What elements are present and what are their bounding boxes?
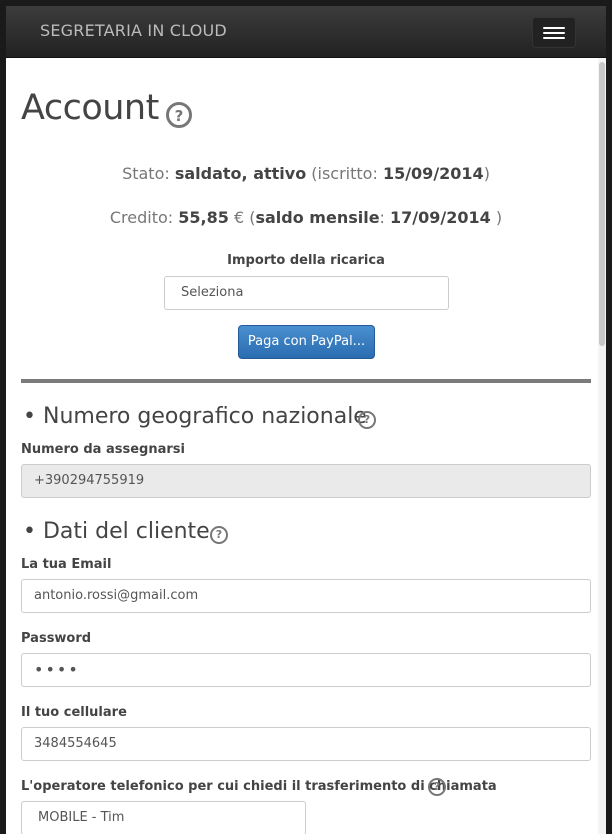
numero-label: Numero da assegnarsi <box>21 442 185 457</box>
cellulare-field[interactable]: 3484554645 <box>21 727 591 761</box>
hamburger-menu-icon-bar <box>543 37 565 39</box>
top-navbar: SEGRETARIA IN CLOUD <box>6 6 606 58</box>
email-label: La tua Email <box>21 557 112 572</box>
ricarica-select[interactable]: Seleziona <box>164 276 449 310</box>
question-circle-icon[interactable]: ? <box>210 526 228 544</box>
brand-name[interactable]: SEGRETARIA IN CLOUD <box>40 21 227 40</box>
iscritto-date: 15/09/2014 <box>382 164 484 183</box>
credito-label: Credito: <box>109 208 179 227</box>
question-circle-icon[interactable]: ? <box>166 102 192 128</box>
hamburger-menu-icon <box>543 27 565 29</box>
section-divider <box>21 379 591 383</box>
password-field[interactable]: •••• <box>21 653 591 687</box>
credito-value: 55,85 <box>178 208 229 227</box>
saldo-close: ) <box>490 208 503 227</box>
bullet: • <box>23 404 36 429</box>
operatore-label: L'operatore telefonico per cui chiedi il… <box>21 779 497 794</box>
operatore-select[interactable]: MOBILE - Tim <box>21 801 306 834</box>
iscritto-label: (iscritto: <box>306 164 383 183</box>
saldo-label: saldo mensile <box>255 208 380 227</box>
password-label: Password <box>21 631 92 646</box>
geo-section-title: • Numero geografico nazionale <box>23 404 367 429</box>
page-title: Account <box>21 88 159 128</box>
stato-label: Stato: <box>122 164 175 183</box>
hamburger-menu-icon-bar <box>543 32 565 34</box>
stato-value: saldato, attivo <box>174 164 307 183</box>
saldo-date: 17/09/2014 <box>390 208 491 227</box>
vertical-scrollbar[interactable] <box>598 58 606 834</box>
cliente-section-title: • Dati del cliente <box>23 519 210 544</box>
currency-symbol: € ( <box>228 208 256 227</box>
cliente-title-text: Dati del cliente <box>42 519 210 544</box>
account-credit: Credito: 55,85 € (saldo mensile: 17/09/2… <box>6 208 606 227</box>
numero-field: +390294755919 <box>21 464 591 498</box>
bullet: • <box>23 519 36 544</box>
main-content: Account ? Stato: saldato, attivo (iscrit… <box>6 58 598 834</box>
question-circle-icon[interactable]: ? <box>428 778 446 796</box>
email-field[interactable]: antonio.rossi@gmail.com <box>21 579 591 613</box>
iscritto-close: ) <box>483 164 490 183</box>
ricarica-label: Importo della ricarica <box>227 253 385 268</box>
app-frame: SEGRETARIA IN CLOUD Account ? Stato: sal… <box>6 6 606 834</box>
account-status: Stato: saldato, attivo (iscritto: 15/09/… <box>6 164 606 183</box>
saldo-separator: : <box>379 208 391 227</box>
question-circle-icon[interactable]: ? <box>358 411 376 429</box>
menu-toggle-button[interactable] <box>532 17 576 48</box>
cellulare-label: Il tuo cellulare <box>21 705 127 720</box>
paypal-button[interactable]: Paga con PayPal... <box>238 325 375 359</box>
geo-title-text: Numero geografico nazionale <box>42 404 367 429</box>
scrollbar-thumb[interactable] <box>599 62 605 346</box>
